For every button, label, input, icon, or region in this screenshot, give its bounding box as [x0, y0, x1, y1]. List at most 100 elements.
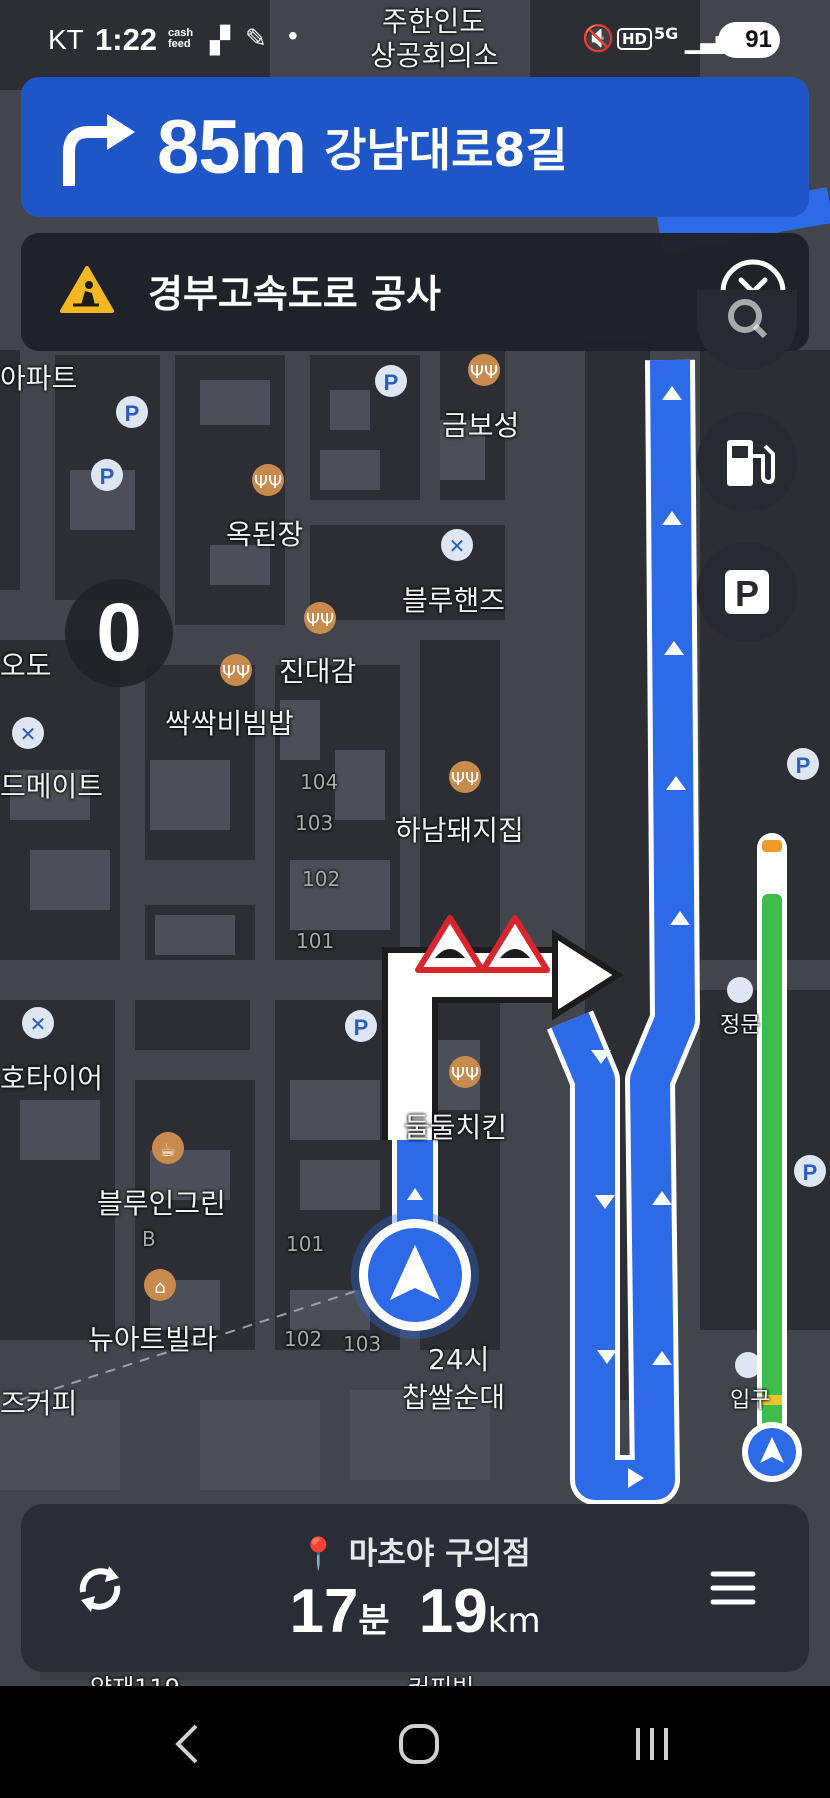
eta: 17분 19km	[21, 1576, 809, 1647]
svg-text:P: P	[125, 401, 140, 426]
distance-unit: km	[487, 1601, 541, 1641]
map-label: 호타이어	[0, 1062, 104, 1095]
notification-dot: •	[288, 20, 298, 51]
gas-station-icon	[727, 440, 775, 486]
svg-text:✕: ✕	[20, 722, 37, 746]
svg-text:✕: ✕	[30, 1012, 47, 1036]
repair-poi-icon: ✕	[12, 717, 44, 749]
parking-poi-icon: P	[375, 365, 407, 397]
back-icon[interactable]	[168, 1722, 208, 1766]
restaurant-poi-icon: ΨΨ	[468, 354, 500, 386]
parking-poi-icon: P	[787, 748, 819, 780]
parking-poi-icon: P	[91, 459, 123, 491]
parking-icon: P	[725, 570, 769, 614]
current-location-marker	[351, 1211, 479, 1339]
repair-poi-icon: ✕	[22, 1007, 54, 1039]
system-navigation-bar	[0, 1686, 830, 1798]
map-label: 즈커피	[0, 1387, 78, 1420]
svg-text:☕: ☕	[160, 1140, 176, 1161]
map-label: 금보성	[442, 409, 520, 442]
search-icon	[728, 299, 768, 339]
svg-text:P: P	[796, 753, 811, 778]
hamburger-menu-icon	[710, 1571, 756, 1605]
svg-text:ΨΨ: ΨΨ	[451, 1064, 479, 1085]
map-label: 정문	[720, 1013, 761, 1038]
map-label: 103	[343, 1332, 382, 1356]
app-notification-icon: ▞	[210, 26, 230, 56]
battery-icon: 91	[718, 22, 780, 58]
current-speed: 0	[96, 587, 142, 678]
svg-text:ΨΨ: ΨΨ	[254, 472, 282, 493]
map-label: 오도	[0, 649, 52, 682]
destination-name: 마초야 구의점	[348, 1536, 531, 1572]
parking-button[interactable]: P	[697, 542, 797, 642]
map-label: B	[142, 1227, 156, 1251]
status-bar: KT 1:22 cash feed ▞ ✎ • 🔇 HD 5G ▁▃▅ 91	[0, 0, 830, 80]
turn-road-name: 강남대로8길	[324, 123, 568, 177]
restaurant-poi-icon: ΨΨ	[449, 1056, 481, 1088]
restaurant-poi-icon: ΨΨ	[304, 602, 336, 634]
map-label: 뉴아트빌라	[88, 1323, 217, 1356]
carrier: KT	[48, 24, 84, 55]
network-type-icon: 5G	[654, 24, 679, 43]
parking-poi-icon: P	[116, 396, 148, 428]
svg-text:P: P	[354, 1015, 369, 1040]
traffic-alert-banner[interactable]: 경부고속도로 공사	[21, 233, 809, 351]
map-label: 둘둘치킨	[404, 1111, 508, 1144]
map-label: 102	[284, 1327, 323, 1351]
svg-text:P: P	[803, 1160, 818, 1185]
map-label: 101	[296, 929, 335, 953]
eta-minutes: 17	[289, 1577, 359, 1646]
map-label: 옥된장	[226, 518, 304, 551]
turn-banner[interactable]: 85m 강남대로8길	[21, 77, 809, 217]
map-label: 싹싹비빔밥	[165, 707, 294, 740]
repair-poi-icon: ✕	[441, 529, 473, 561]
map-label: 입구	[730, 1388, 771, 1413]
svg-text:P: P	[735, 573, 759, 614]
map-label: 하남돼지집	[395, 814, 524, 847]
eta-minutes-unit: 분	[358, 1601, 390, 1641]
recent-apps-icon[interactable]	[630, 1722, 674, 1766]
location-pin-icon: 📍	[299, 1536, 338, 1572]
svg-text:ΨΨ: ΨΨ	[451, 769, 479, 790]
construction-warning-icon	[60, 266, 114, 313]
home-poi-icon: ⌂	[144, 1269, 176, 1301]
map-label: 104	[300, 770, 339, 794]
parking-poi-icon: P	[345, 1010, 377, 1042]
map-label: 102	[302, 867, 341, 891]
cafe-poi-icon: ☕	[152, 1132, 184, 1164]
search-button[interactable]	[697, 290, 797, 370]
svg-text:P: P	[100, 464, 115, 489]
mute-icon: 🔇	[582, 24, 615, 54]
map-label: 101	[286, 1232, 325, 1256]
map-label: 드메이트	[0, 770, 104, 803]
map-label: 찹쌀순대	[402, 1381, 506, 1414]
hd-voice-icon: HD	[617, 28, 653, 50]
map-label: 진대감	[279, 655, 357, 688]
turn-distance: 85m	[157, 104, 307, 190]
remaining-distance: 19	[418, 1577, 488, 1646]
parking-poi-icon: P	[794, 1155, 826, 1187]
alert-text: 경부고속도로 공사	[148, 272, 441, 316]
svg-text:⌂: ⌂	[154, 1277, 165, 1298]
gas-station-button[interactable]	[697, 412, 797, 512]
restaurant-poi-icon: ΨΨ	[449, 761, 481, 793]
restaurant-poi-icon: ΨΨ	[220, 654, 252, 686]
svg-text:ΨΨ: ΨΨ	[470, 362, 498, 383]
map-label: 블루인그린	[97, 1187, 226, 1220]
svg-text:ΨΨ: ΨΨ	[306, 610, 334, 631]
gate-poi-icon	[727, 977, 753, 1003]
map-label: 103	[295, 811, 334, 835]
svg-text:ΨΨ: ΨΨ	[222, 662, 250, 683]
map-label: 24시	[428, 1343, 490, 1376]
trip-info-panel[interactable]: 📍 마초야 구의점 17분 19km	[21, 1504, 809, 1672]
svg-text:✕: ✕	[449, 534, 466, 558]
menu-button[interactable]	[701, 1556, 765, 1620]
home-icon[interactable]	[395, 1720, 443, 1768]
clock: 1:22	[95, 22, 158, 57]
feather-icon: ✎	[245, 24, 267, 54]
turn-right-icon	[63, 114, 135, 186]
restaurant-poi-icon: ΨΨ	[252, 464, 284, 496]
map-label: 블루핸즈	[402, 584, 506, 617]
map-label: 아파트	[0, 362, 78, 395]
